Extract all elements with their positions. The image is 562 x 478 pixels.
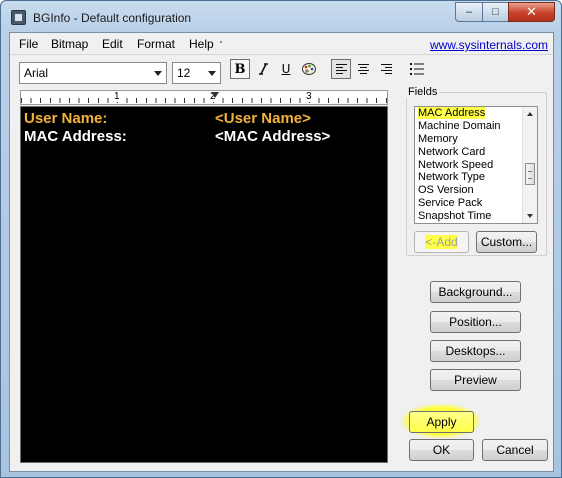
menu-edit[interactable]: Edit <box>102 37 123 51</box>
field-item-network-type[interactable]: Network Type <box>415 171 537 184</box>
menu-format[interactable]: Format <box>137 37 175 51</box>
ruler-ticks <box>21 98 387 103</box>
align-left-button[interactable] <box>331 59 351 79</box>
align-right-button[interactable] <box>376 59 396 79</box>
preview-button[interactable]: Preview <box>430 369 521 391</box>
underline-button[interactable]: U <box>276 59 296 79</box>
field-item-machine-domain[interactable]: Machine Domain <box>415 120 537 133</box>
cancel-button[interactable]: Cancel <box>482 439 548 461</box>
bold-button[interactable]: B <box>230 59 250 79</box>
ruler-number: 3 <box>305 91 313 102</box>
field-item-snapshot-time[interactable]: Snapshot Time <box>415 210 537 223</box>
apply-button[interactable]: Apply <box>409 411 474 433</box>
text-color-button[interactable] <box>299 59 319 79</box>
fields-listbox[interactable]: MAC Address Machine Domain Memory Networ… <box>414 106 538 224</box>
field-item-memory[interactable]: Memory <box>415 133 537 146</box>
menu-file[interactable]: File <box>19 37 38 51</box>
ruler-number: 1 <box>113 91 121 102</box>
ruler[interactable]: 1 2 3 <box>20 90 388 105</box>
scroll-thumb[interactable] <box>525 163 535 185</box>
align-left-icon <box>335 64 347 74</box>
tab-stop-marker[interactable] <box>211 92 219 98</box>
menu-separator <box>220 41 222 43</box>
chevron-down-icon[interactable] <box>154 71 162 76</box>
bullets-button[interactable] <box>407 59 427 79</box>
font-size-combo[interactable]: 12 <box>172 62 221 84</box>
maximize-button[interactable]: □ <box>482 2 508 22</box>
bginfo-window: BGInfo - Default configuration – □ ✕ Fil… <box>0 0 562 478</box>
title-bar[interactable]: BGInfo - Default configuration – □ ✕ <box>1 1 561 32</box>
bullet-list-icon <box>410 63 424 75</box>
caption-buttons: – □ ✕ <box>455 2 555 22</box>
editor-label-mac-address: MAC Address: <box>24 128 127 145</box>
custom-field-button[interactable]: Custom... <box>476 231 537 253</box>
client-area: File Bitmap Edit Format Help www.sysinte… <box>9 32 554 472</box>
position-button[interactable]: Position... <box>430 311 521 333</box>
format-toolbar: Arial 12 B U <box>10 55 553 87</box>
field-item-network-card[interactable]: Network Card <box>415 146 537 159</box>
font-name-value: Arial <box>24 66 49 80</box>
scroll-up-icon[interactable] <box>527 112 533 116</box>
editor-field-mac-address: <MAC Address> <box>215 128 331 145</box>
align-right-icon <box>380 64 392 74</box>
scroll-down-icon[interactable] <box>527 214 533 218</box>
font-name-combo[interactable]: Arial <box>19 62 167 84</box>
align-center-icon <box>357 64 369 74</box>
field-item-network-speed[interactable]: Network Speed <box>415 159 537 172</box>
color-palette-icon <box>302 63 316 75</box>
menu-help[interactable]: Help <box>189 37 214 51</box>
add-field-label: <-Add <box>425 235 458 249</box>
italic-icon <box>259 63 268 75</box>
italic-button[interactable] <box>253 59 273 79</box>
font-size-value: 12 <box>177 66 191 80</box>
desktops-button[interactable]: Desktops... <box>430 340 521 362</box>
minimize-button[interactable]: – <box>455 2 482 22</box>
text-editor[interactable]: User Name: <User Name> MAC Address: <MAC… <box>20 106 388 463</box>
close-button[interactable]: ✕ <box>508 2 555 22</box>
editor-label-user-name: User Name: <box>24 110 108 127</box>
window-title: BGInfo - Default configuration <box>33 11 192 25</box>
chevron-down-icon[interactable] <box>208 71 216 76</box>
fields-scrollbar[interactable] <box>522 107 537 223</box>
bginfo-app-icon[interactable] <box>11 10 26 25</box>
field-item-mac-address[interactable]: MAC Address <box>415 107 537 120</box>
menu-bar: File Bitmap Edit Format Help www.sysinte… <box>10 33 553 55</box>
editor-field-user-name: <User Name> <box>215 110 311 127</box>
sysinternals-link[interactable]: www.sysinternals.com <box>430 38 548 52</box>
ok-button[interactable]: OK <box>409 439 474 461</box>
align-center-button[interactable] <box>353 59 373 79</box>
field-item-os-version[interactable]: OS Version <box>415 184 537 197</box>
fields-label: Fields <box>406 86 440 98</box>
field-item-service-pack[interactable]: Service Pack <box>415 197 537 210</box>
background-button[interactable]: Background... <box>430 281 521 303</box>
menu-bitmap[interactable]: Bitmap <box>51 37 88 51</box>
add-field-button[interactable]: <-Add <box>414 231 469 253</box>
